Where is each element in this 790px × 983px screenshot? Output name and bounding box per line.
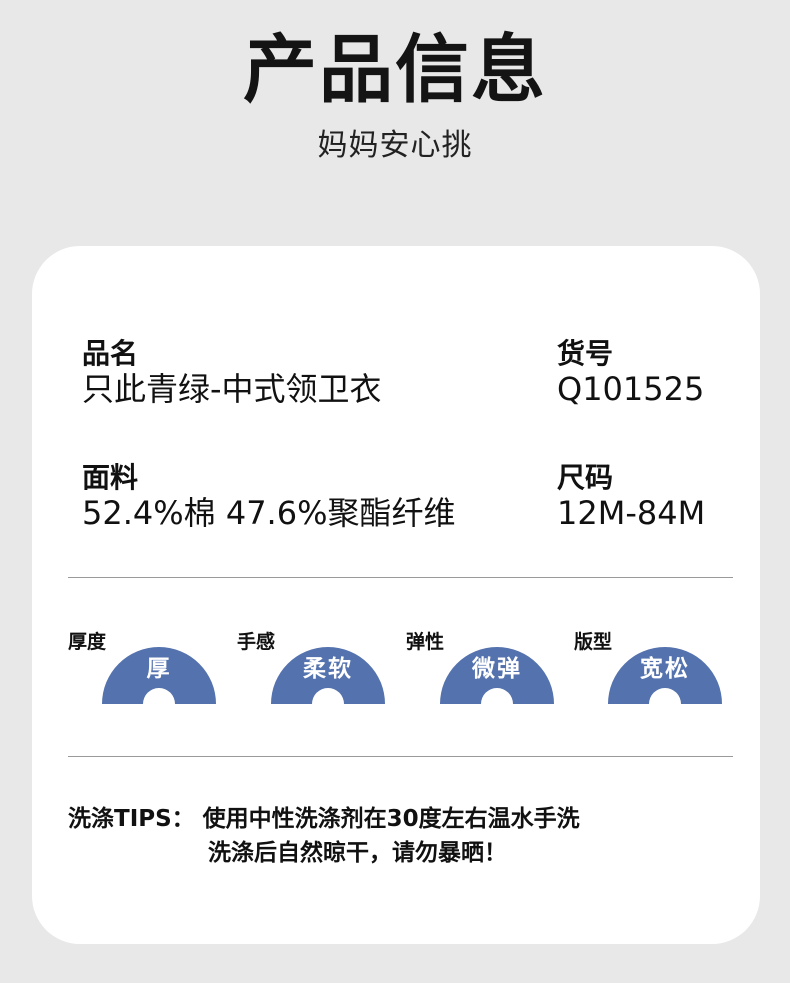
product-name-label: 品名 xyxy=(82,337,139,370)
product-info-page: 产品信息 妈妈安心挑 品名 只此青绿-中式领卫衣 货号 Q101525 面料 5… xyxy=(0,0,790,983)
info-card: 品名 只此青绿-中式领卫衣 货号 Q101525 面料 52.4%棉 47.6%… xyxy=(32,246,760,944)
attribute-feel: 手感 柔软 xyxy=(237,626,402,726)
product-sku-value: Q101525 xyxy=(557,370,705,408)
attribute-value: 厚 xyxy=(146,656,172,682)
product-sku: 货号 Q101525 xyxy=(557,337,705,409)
page-title: 产品信息 xyxy=(243,27,547,113)
attribute-elasticity: 弹性 微弹 xyxy=(406,626,571,726)
page-subtitle: 妈妈安心挑 xyxy=(317,128,473,163)
product-fabric: 面料 52.4%棉 47.6%聚酯纤维 xyxy=(82,461,456,533)
attribute-fit: 版型 宽松 xyxy=(574,626,739,726)
washing-tips: 洗涤TIPS： 使用中性洗涤剂在30度左右温水手洗 洗涤后自然晾干，请勿暴晒！ xyxy=(68,802,580,870)
product-sku-label: 货号 xyxy=(557,337,614,370)
product-name: 品名 只此青绿-中式领卫衣 xyxy=(82,337,382,409)
tips-label: 洗涤TIPS： xyxy=(68,806,195,832)
tips-line-2: 洗涤后自然晾干，请勿暴晒！ xyxy=(208,840,507,866)
product-size-value: 12M-84M xyxy=(557,494,706,532)
product-size-label: 尺码 xyxy=(557,461,614,494)
product-size: 尺码 12M-84M xyxy=(557,461,706,533)
product-fabric-label: 面料 xyxy=(82,461,139,494)
divider-top xyxy=(68,577,733,578)
attribute-value: 微弹 xyxy=(472,656,522,682)
tips-line-1: 使用中性洗涤剂在30度左右温水手洗 xyxy=(202,806,580,832)
attribute-value: 柔软 xyxy=(303,656,353,682)
divider-bottom xyxy=(68,756,733,757)
attribute-thickness: 厚度 厚 xyxy=(68,626,233,726)
product-name-value: 只此青绿-中式领卫衣 xyxy=(82,370,382,408)
product-fabric-value: 52.4%棉 47.6%聚酯纤维 xyxy=(82,494,456,532)
attribute-value: 宽松 xyxy=(640,656,690,682)
